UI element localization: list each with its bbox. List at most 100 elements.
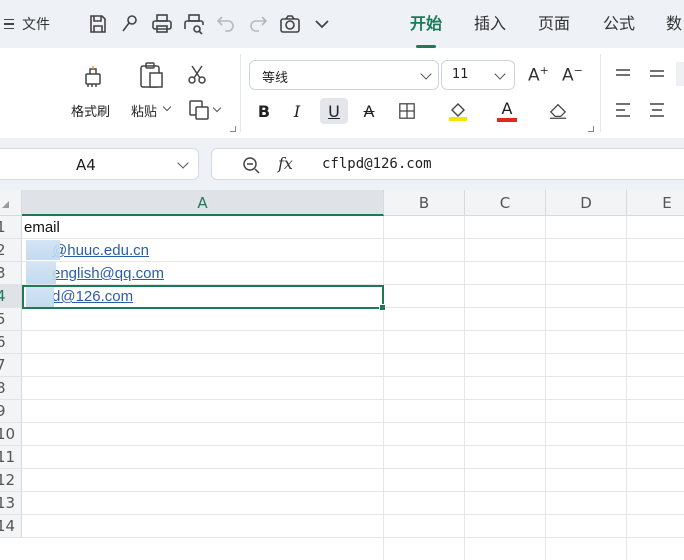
italic-button[interactable]: I [283,98,311,124]
file-menu-button[interactable]: 文件 [4,12,64,36]
print-icon[interactable] [150,12,174,36]
gridline [22,468,684,469]
gridline [22,330,684,331]
row-header-8[interactable]: 8 [0,377,22,400]
font-name-value: 等线 [262,71,289,86]
chevron-down-icon [177,157,189,169]
name-box[interactable]: A4 [0,148,199,180]
clear-format-button[interactable] [544,98,572,124]
gridline [464,216,465,560]
increase-font-size-icon[interactable]: A+ [528,64,550,86]
font-size-value: 11 [452,67,469,82]
name-box-value: A4 [76,156,96,174]
gridline [22,445,684,446]
brush-icon[interactable] [118,12,142,36]
align-left-icon[interactable] [614,102,632,118]
tab-data[interactable]: 数 [666,12,682,38]
formula-input[interactable]: fx cflpd@126.com [211,148,684,180]
fill-color-button[interactable] [444,98,472,124]
redacted-region [26,240,60,260]
font-color-button[interactable]: A [493,98,521,124]
file-menu-label: 文件 [22,17,50,33]
zoom-icon[interactable] [241,155,261,175]
paste-dropdown-icon[interactable] [162,102,172,112]
font-size-select[interactable]: 11 [441,60,515,90]
scissors-icon[interactable] [185,62,209,86]
tab-page[interactable]: 页面 [538,12,570,38]
tab-insert[interactable]: 插入 [474,12,506,38]
gridline [626,216,627,560]
gridline [383,216,384,560]
row-header-2[interactable]: 2 [0,239,22,262]
cell-a2[interactable]: @huuc.edu.cn [52,240,149,263]
save-icon[interactable] [86,12,110,36]
gridline [22,376,684,377]
row-header-6[interactable]: 6 [0,331,22,354]
row-header-4[interactable]: 4 [0,285,22,308]
decrease-font-size-icon[interactable]: A− [562,64,584,86]
row-header-5[interactable]: 5 [0,308,22,331]
gridline [22,422,684,423]
tab-formulas[interactable]: 公式 [603,12,635,38]
paste-icon[interactable] [136,60,166,90]
undo-icon[interactable] [214,12,238,36]
chevron-down-icon[interactable] [310,12,334,36]
align-middle-icon[interactable] [648,66,666,80]
font-name-select[interactable]: 等线 [249,60,439,90]
gridline [22,353,684,354]
formula-value: cflpd@126.com [322,156,432,172]
chevron-down-icon [420,68,432,80]
copy-icon[interactable] [187,98,211,122]
gridline [22,238,684,239]
redacted-region [26,262,56,284]
clipboard-launcher-icon[interactable] [230,126,236,132]
column-header-b[interactable]: B [384,190,465,216]
gridline [22,399,684,400]
hamburger-icon [4,18,14,30]
row-header-13[interactable]: 13 [0,492,22,515]
redo-icon[interactable] [246,12,270,36]
bold-button[interactable]: B [250,98,278,124]
copy-dropdown-icon[interactable] [212,103,222,113]
ribbon: 格式刷 粘贴 等线 11 A+ A− B I U A A [0,48,684,160]
row-header-12[interactable]: 12 [0,469,22,492]
function-icon[interactable]: fx [278,154,293,173]
row-header-3[interactable]: 3 [0,262,22,285]
cell-a1[interactable]: email [24,217,60,240]
title-bar: 文件 开始 插入 页面 公式 数 [0,0,684,48]
row-header-14[interactable]: 14 [0,515,22,538]
align-top-icon[interactable] [614,66,632,80]
spreadsheet-grid[interactable]: A B C D E 1 2 3 4 5 6 7 8 9 10 11 12 13 … [0,190,684,560]
column-header-a[interactable]: A [22,190,384,216]
font-launcher-icon[interactable] [588,126,594,132]
column-header-e[interactable]: E [627,190,684,216]
active-cell-selection[interactable] [22,285,386,311]
strikethrough-button[interactable]: A [355,98,383,124]
paste-label[interactable]: 粘贴 [131,101,157,120]
underline-button[interactable]: U [320,98,348,124]
select-all-corner[interactable] [0,190,22,216]
borders-button[interactable] [393,98,421,124]
format-painter-label[interactable]: 格式刷 [71,101,110,120]
row-header-1[interactable]: 1 [0,216,22,239]
ribbon-separator [240,54,241,132]
row-header-10[interactable]: 10 [0,423,22,446]
cell-a3[interactable]: english@qq.com [52,263,164,286]
ribbon-scroll-area [676,62,684,86]
gridline [22,491,684,492]
tab-home[interactable]: 开始 [410,12,442,48]
ribbon-separator [600,54,601,132]
align-center-icon[interactable] [648,102,666,118]
column-header-c[interactable]: C [465,190,546,216]
row-header-9[interactable]: 9 [0,400,22,423]
format-painter-icon[interactable] [80,62,108,90]
row-header-7[interactable]: 7 [0,354,22,377]
formula-bar: A4 fx cflpd@126.com [0,146,684,182]
print-preview-icon[interactable] [182,12,206,36]
gridline [22,537,684,538]
column-header-d[interactable]: D [546,190,627,216]
row-header-11[interactable]: 11 [0,446,22,469]
gridline [22,514,684,515]
camera-icon[interactable] [278,12,302,36]
chevron-down-icon [494,68,506,80]
